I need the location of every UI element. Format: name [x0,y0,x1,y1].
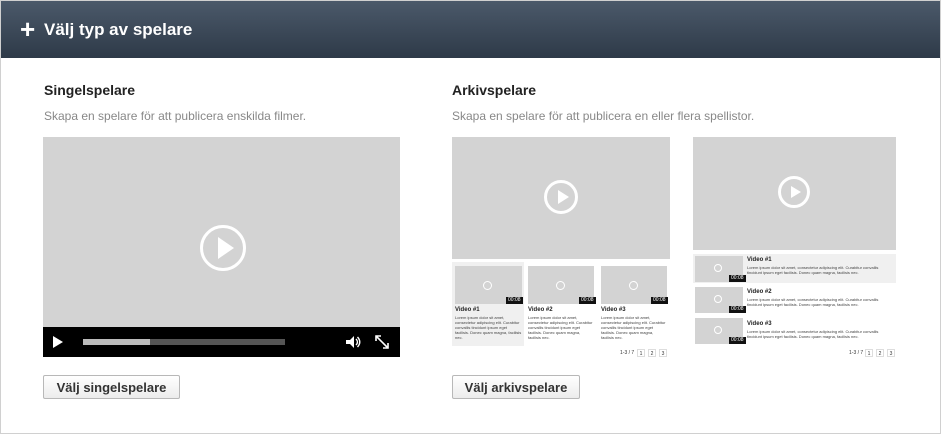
list-video-title: Video #1 [747,257,772,263]
thumb-duration: 00:08 [729,275,746,282]
list-video-text: Lorem ipsum dolor sit amet, consectetur … [747,297,879,307]
grid-video-title: Video #3 [601,307,626,313]
grid-video-text: Lorem ipsum dolor sit amet, consectetur … [528,315,593,340]
thumb-duration: 00:08 [579,297,596,304]
archive-player-title: Arkivspelare [452,82,537,98]
grid-video-title: Video #1 [455,307,480,313]
pager-page: 3 [659,349,667,357]
play-circle-icon [544,180,578,214]
list-video-text: Lorem ipsum dolor sit amet, consectetur … [747,329,879,339]
pager-range: 1-3 / 7 [620,350,635,356]
play-circle-icon [200,225,246,271]
panel-title: Välj typ av spelare [44,20,193,39]
pager-range: 1-3 / 7 [849,350,864,356]
list-video-title: Video #3 [747,321,772,327]
list-video-title: Video #2 [747,289,772,295]
grid-video-title: Video #2 [528,307,553,313]
volume-icon[interactable] [345,334,361,350]
play-circle-icon [556,281,565,290]
play-circle-icon [778,176,810,208]
thumb-duration: 00:08 [651,297,668,304]
progress-track[interactable] [83,339,285,345]
thumb-duration: 00:08 [729,306,746,313]
fullscreen-icon[interactable] [374,334,390,350]
archive-player-description: Skapa en spelare för att publicera en el… [452,109,755,123]
single-player-description: Skapa en spelare för att publicera enski… [44,109,307,123]
single-player-title: Singelspelare [44,82,136,98]
list-video-text: Lorem ipsum dolor sit amet, consectetur … [747,265,879,275]
panel-header: + Välj typ av spelare [1,1,940,58]
grid-video-text: Lorem ipsum dolor sit amet, consectetur … [455,315,522,340]
progress-fill [83,339,150,345]
plus-icon: + [20,14,36,44]
choose-archive-player-button[interactable]: Välj arkivspelare [452,375,580,399]
pager-page: 1 [637,349,645,357]
thumb-duration: 00:08 [506,297,523,304]
play-circle-icon [714,295,722,303]
play-circle-icon [714,326,722,334]
pager-page: 2 [876,349,884,357]
play-circle-icon [714,264,722,272]
pager-page: 1 [865,349,873,357]
choose-single-player-button[interactable]: Välj singelspelare [43,375,180,399]
grid-video-text: Lorem ipsum dolor sit amet, consectetur … [601,315,666,340]
pager-page: 3 [887,349,895,357]
play-circle-icon [629,281,638,290]
pager-page: 2 [648,349,656,357]
thumb-duration: 00:08 [729,337,746,344]
player-type-panel: + Välj typ av spelare Singelspelare Skap… [0,0,941,434]
play-icon[interactable] [53,336,63,348]
play-circle-icon [483,281,492,290]
single-player-controls [43,327,400,357]
